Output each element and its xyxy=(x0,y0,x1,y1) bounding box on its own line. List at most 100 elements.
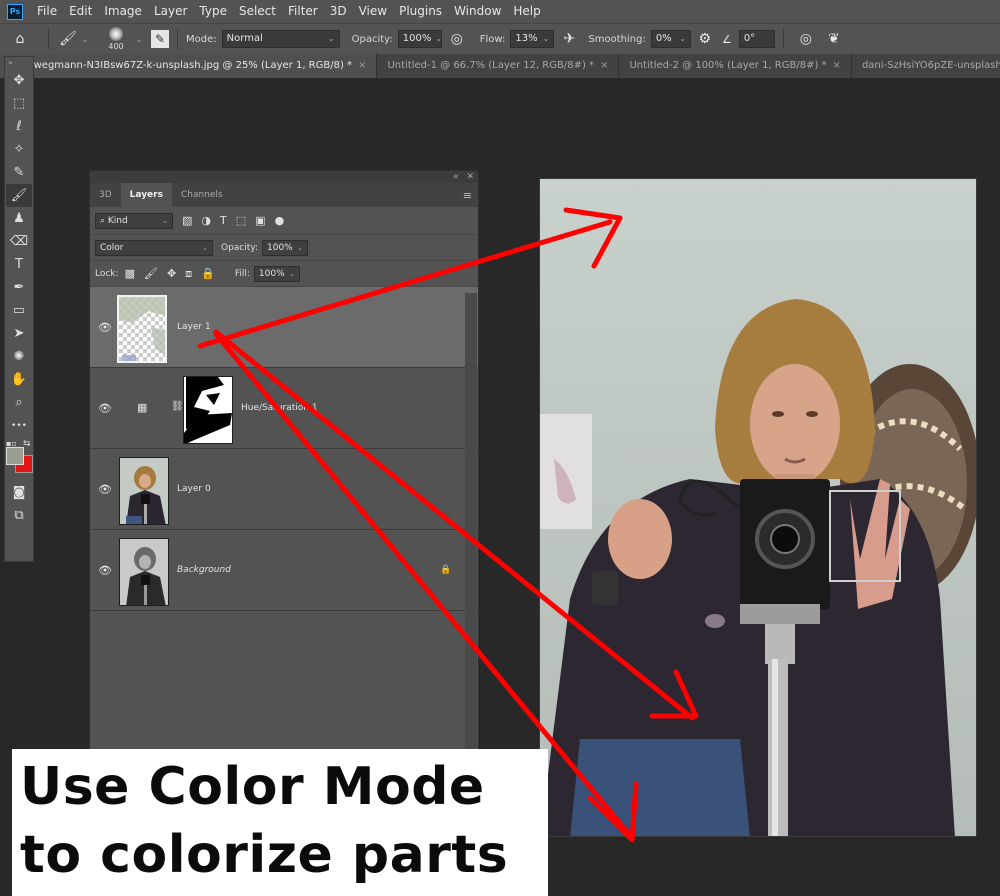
mode-select[interactable]: Normal ⌄ xyxy=(221,30,340,48)
menu-window[interactable]: Window xyxy=(448,0,507,23)
lock-artboard-icon[interactable]: ⧈ xyxy=(185,267,192,281)
brush-settings-panel-icon[interactable]: ✎ xyxy=(151,30,169,48)
type-layer-filter-icon[interactable]: T xyxy=(220,214,227,227)
layer-row-background[interactable]: 👁 Background 🔒 xyxy=(90,530,478,611)
tab-layers[interactable]: Layers xyxy=(120,183,172,207)
menu-file[interactable]: File xyxy=(31,0,63,23)
toolbox-collapse-icon[interactable]: » xyxy=(5,57,33,69)
eraser-tool-icon[interactable]: ⌫ xyxy=(6,230,32,253)
lasso-tool-icon[interactable]: ℓ xyxy=(6,115,32,138)
smoothing-field[interactable]: 0% ⌄ xyxy=(650,30,691,48)
panel-menu-icon[interactable]: ≡ xyxy=(463,189,472,202)
foreground-color-swatch[interactable] xyxy=(6,447,24,465)
marquee-tool-icon[interactable]: ⬚ xyxy=(6,92,32,115)
smoothing-options-gear-icon[interactable]: ⚙ xyxy=(691,31,719,47)
menu-type[interactable]: Type xyxy=(193,0,233,23)
visibility-eye-icon[interactable]: 👁 xyxy=(98,402,112,415)
layer-row-layer-1[interactable]: 👁 Layer 1 xyxy=(90,287,478,368)
layer-opacity-field[interactable]: 100% ⌄ xyxy=(262,239,308,256)
layer-row-hue-saturation-1[interactable]: 👁 ▦ ⛓ Hue/Saturation 1 xyxy=(90,368,478,449)
brush-preset-icon[interactable]: 🖌 xyxy=(57,31,79,47)
fill-value: 100% xyxy=(258,268,285,279)
visibility-eye-icon[interactable]: 👁 xyxy=(98,564,112,577)
menu-3d[interactable]: 3D xyxy=(324,0,353,23)
menu-plugins[interactable]: Plugins xyxy=(393,0,448,23)
move-tool-icon[interactable]: ✥ xyxy=(6,69,32,92)
opacity-field[interactable]: 100% ⌄ xyxy=(397,30,442,48)
hand-tool-icon[interactable]: ✋ xyxy=(6,368,32,391)
fill-field[interactable]: 100% ⌄ xyxy=(253,265,300,282)
menu-help[interactable]: Help xyxy=(507,0,546,23)
menu-image[interactable]: Image xyxy=(98,0,148,23)
lock-transparent-icon[interactable]: ▩ xyxy=(125,267,135,280)
collapse-panel-icon[interactable]: « xyxy=(453,172,459,182)
shape-layer-filter-icon[interactable]: ⬚ xyxy=(236,214,246,227)
eyedropper-tool-icon[interactable]: ✎ xyxy=(6,161,32,184)
path-selection-tool-icon[interactable]: ➤ xyxy=(6,322,32,345)
blend-mode-select[interactable]: Color ⌄ xyxy=(95,239,213,256)
layer-filter-row: ⌕ Kind ⌄ ▨ ◑ T ⬚ ▣ ● xyxy=(90,207,478,235)
lock-all-icon[interactable]: 🔒 xyxy=(201,267,215,280)
filter-kind-select[interactable]: ⌕ Kind ⌄ xyxy=(95,212,173,229)
visibility-eye-icon[interactable]: 👁 xyxy=(98,483,112,496)
pressure-opacity-icon[interactable]: ◎ xyxy=(442,31,472,47)
chevron-down-icon[interactable]: ⌄ xyxy=(133,35,145,44)
adjustment-layer-icon: ▦ xyxy=(137,401,148,414)
canvas-photo[interactable] xyxy=(539,178,977,837)
smart-object-filter-icon[interactable]: ▣ xyxy=(255,214,265,227)
magic-wand-tool-icon[interactable]: ✧ xyxy=(6,138,32,161)
menu-filter[interactable]: Filter xyxy=(282,0,324,23)
tab-3d[interactable]: 3D xyxy=(90,183,121,207)
pressure-size-icon[interactable]: ◎ xyxy=(792,31,820,47)
layer-0-thumbnail-art xyxy=(126,466,166,524)
layer-mask-art xyxy=(184,377,232,443)
more-tools-icon[interactable]: ••• xyxy=(6,414,32,437)
document-tab-label: dani-SzHsiYO6pZE-unsplash.jpg @ 16.7% xyxy=(861,60,1000,71)
filter-toggle-icon[interactable]: ● xyxy=(275,214,285,227)
chevron-down-icon: ⌄ xyxy=(327,34,335,43)
adjustment-layer-filter-icon[interactable]: ◑ xyxy=(201,214,211,227)
menu-edit[interactable]: Edit xyxy=(63,0,98,23)
layer-row-layer-0[interactable]: 👁 Layer 0 xyxy=(90,449,478,530)
lock-pixels-icon[interactable]: 🖌 xyxy=(144,267,158,280)
lock-position-icon[interactable]: ✥ xyxy=(167,267,176,280)
link-chain-icon[interactable]: ⛓ xyxy=(171,401,184,412)
pen-tool-icon[interactable]: ✒ xyxy=(6,276,32,299)
close-icon[interactable]: × xyxy=(600,54,608,78)
menu-select[interactable]: Select xyxy=(233,0,282,23)
pixel-layer-filter-icon[interactable]: ▨ xyxy=(182,214,192,227)
angle-field[interactable]: 0° xyxy=(738,30,775,48)
opacity-label: Opacity: xyxy=(351,33,393,45)
flow-field[interactable]: 13% ⌄ xyxy=(510,30,555,48)
layer-mask-thumbnail[interactable] xyxy=(183,376,233,444)
close-icon[interactable]: × xyxy=(358,54,366,78)
menu-view[interactable]: View xyxy=(353,0,393,23)
document-tab-untitled-1[interactable]: Untitled-1 @ 66.7% (Layer 12, RGB/8#) * … xyxy=(377,54,620,78)
lock-icon[interactable]: 🔒 xyxy=(440,565,451,575)
brush-tool-icon[interactable]: 🖌 xyxy=(6,184,32,207)
symmetry-butterfly-icon[interactable]: ❦ xyxy=(820,31,848,47)
close-icon[interactable]: × xyxy=(833,54,841,78)
menu-layer[interactable]: Layer xyxy=(148,0,193,23)
gradient-tool-icon[interactable]: ▭ xyxy=(6,299,32,322)
opacity-label: Opacity: xyxy=(221,242,258,253)
document-tab-dani[interactable]: dani-SzHsiYO6pZE-unsplash.jpg @ 16.7% xyxy=(851,54,1000,78)
stamp-tool-icon[interactable]: ♟ xyxy=(6,207,32,230)
visibility-eye-icon[interactable]: 👁 xyxy=(98,321,112,334)
close-panel-icon[interactable]: ✕ xyxy=(466,172,474,182)
puppet-warp-tool-icon[interactable]: ✺ xyxy=(6,345,32,368)
layers-scrollbar[interactable] xyxy=(465,293,477,755)
brush-size-picker[interactable]: 400 xyxy=(99,27,133,51)
type-tool-icon[interactable]: T xyxy=(6,253,32,276)
document-tab-active[interactable]: -wegmann-N3IBsw67Z-k-unsplash.jpg @ 25% … xyxy=(0,54,378,78)
zoom-tool-icon[interactable]: ⌕ xyxy=(6,391,32,414)
home-icon[interactable]: ⌂ xyxy=(0,31,40,47)
quick-mask-icon[interactable]: ◙ xyxy=(6,481,32,504)
chevron-down-icon[interactable]: ⌄ xyxy=(79,35,91,44)
airbrush-icon[interactable]: ✈ xyxy=(554,31,584,47)
screen-mode-icon[interactable]: ⧉ xyxy=(6,504,32,527)
document-tab-untitled-2[interactable]: Untitled-2 @ 100% (Layer 1, RGB/8#) * × xyxy=(619,54,852,78)
tab-channels[interactable]: Channels xyxy=(172,183,232,207)
photo-illustration xyxy=(540,299,976,836)
swap-colors-icon[interactable]: ⇆ xyxy=(23,439,31,449)
